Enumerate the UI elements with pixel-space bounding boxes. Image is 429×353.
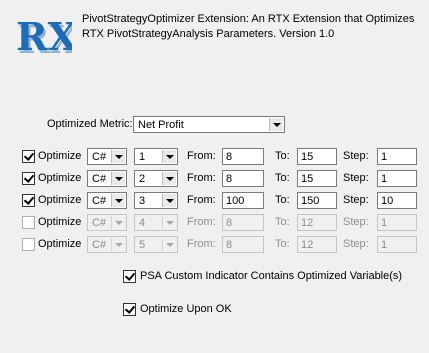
to-label-4: To: [275, 216, 290, 228]
from-label-2: From: [187, 172, 216, 184]
variable-index-dropdown-5[interactable]: 5 [134, 236, 178, 253]
chevron-down-icon[interactable] [162, 216, 176, 229]
step-label-5: Step: [343, 238, 369, 250]
chevron-down-icon[interactable] [162, 238, 176, 251]
optimized-metric-value: Net Profit [138, 119, 184, 131]
variable-index-dropdown-2[interactable]: 2 [134, 170, 178, 187]
optimize-checkbox-3[interactable] [22, 194, 35, 207]
from-label-4: From: [187, 216, 216, 228]
language-value-3: C# [92, 195, 107, 207]
language-dropdown-2[interactable]: C# [87, 170, 127, 187]
from-input-1[interactable] [222, 148, 264, 165]
logo-text: RX [16, 14, 72, 59]
chevron-down-icon[interactable] [111, 172, 125, 185]
from-label-5: From: [187, 238, 216, 250]
to-label-2: To: [275, 172, 290, 184]
step-label-1: Step: [343, 150, 369, 162]
to-label-5: To: [275, 238, 290, 250]
step-label-2: Step: [343, 172, 369, 184]
to-label-3: To: [275, 194, 290, 206]
chevron-down-icon[interactable] [111, 194, 125, 207]
to-label-1: To: [275, 150, 290, 162]
to-input-4[interactable] [297, 214, 337, 231]
optimized-metric-dropdown[interactable]: Net Profit [133, 116, 285, 133]
optimize-checkbox-2[interactable] [22, 172, 35, 185]
optimize-label-4: Optimize [38, 216, 82, 228]
language-dropdown-1[interactable]: C# [87, 148, 127, 165]
chevron-down-icon[interactable] [269, 118, 283, 131]
optimize-label-1: Optimize [38, 150, 82, 162]
chevron-down-icon[interactable] [162, 150, 176, 163]
header-line-1: PivotStrategyOptimizer Extension: An RTX… [82, 13, 415, 25]
psa-custom-checkbox[interactable] [123, 270, 136, 283]
optimize-label-5: Optimize [38, 238, 82, 250]
header-description: PivotStrategyOptimizer Extension: An RTX… [82, 12, 422, 42]
step-label-3: Step: [343, 194, 369, 206]
from-input-4[interactable] [222, 214, 264, 231]
optimize-upon-ok-label: Optimize Upon OK [140, 303, 232, 315]
optimize-label-2: Optimize [38, 172, 82, 184]
header-line-2: RTX PivotStrategyAnalysis Parameters. Ve… [82, 28, 335, 40]
variable-index-value-1: 1 [139, 151, 146, 163]
step-input-1[interactable] [377, 148, 417, 165]
to-input-2[interactable] [297, 170, 337, 187]
language-value-4: C# [92, 217, 107, 229]
psa-custom-label: PSA Custom Indicator Contains Optimized … [140, 270, 403, 282]
chevron-down-icon[interactable] [111, 238, 125, 251]
to-input-1[interactable] [297, 148, 337, 165]
optimize-checkbox-4[interactable] [22, 216, 35, 229]
language-value-5: C# [92, 239, 107, 251]
optimize-label-3: Optimize [38, 194, 82, 206]
rtx-logo: RX RX [16, 14, 72, 62]
step-input-3[interactable] [377, 192, 417, 209]
optimize-checkbox-5[interactable] [22, 238, 35, 251]
chevron-down-icon[interactable] [162, 172, 176, 185]
from-input-2[interactable] [222, 170, 264, 187]
from-label-3: From: [187, 194, 216, 206]
variable-index-dropdown-3[interactable]: 3 [134, 192, 178, 209]
variable-index-dropdown-1[interactable]: 1 [134, 148, 178, 165]
step-input-5[interactable] [377, 236, 417, 253]
language-dropdown-3[interactable]: C# [87, 192, 127, 209]
from-input-3[interactable] [222, 192, 264, 209]
chevron-down-icon[interactable] [162, 194, 176, 207]
language-value-2: C# [92, 173, 107, 185]
variable-index-value-2: 2 [139, 173, 146, 185]
step-label-4: Step: [343, 216, 369, 228]
chevron-down-icon[interactable] [111, 150, 125, 163]
to-input-3[interactable] [297, 192, 337, 209]
from-label-1: From: [187, 150, 216, 162]
step-input-4[interactable] [377, 214, 417, 231]
to-input-5[interactable] [297, 236, 337, 253]
optimized-metric-label: Optimized Metric: [47, 118, 133, 130]
language-dropdown-4[interactable]: C# [87, 214, 127, 231]
optimize-checkbox-1[interactable] [22, 150, 35, 163]
language-value-1: C# [92, 151, 107, 163]
step-input-2[interactable] [377, 170, 417, 187]
variable-index-value-4: 4 [139, 217, 146, 229]
variable-index-value-3: 3 [139, 195, 146, 207]
variable-index-value-5: 5 [139, 239, 146, 251]
optimize-upon-ok-checkbox[interactable] [123, 303, 136, 316]
chevron-down-icon[interactable] [111, 216, 125, 229]
variable-index-dropdown-4[interactable]: 4 [134, 214, 178, 231]
from-input-5[interactable] [222, 236, 264, 253]
language-dropdown-5[interactable]: C# [87, 236, 127, 253]
